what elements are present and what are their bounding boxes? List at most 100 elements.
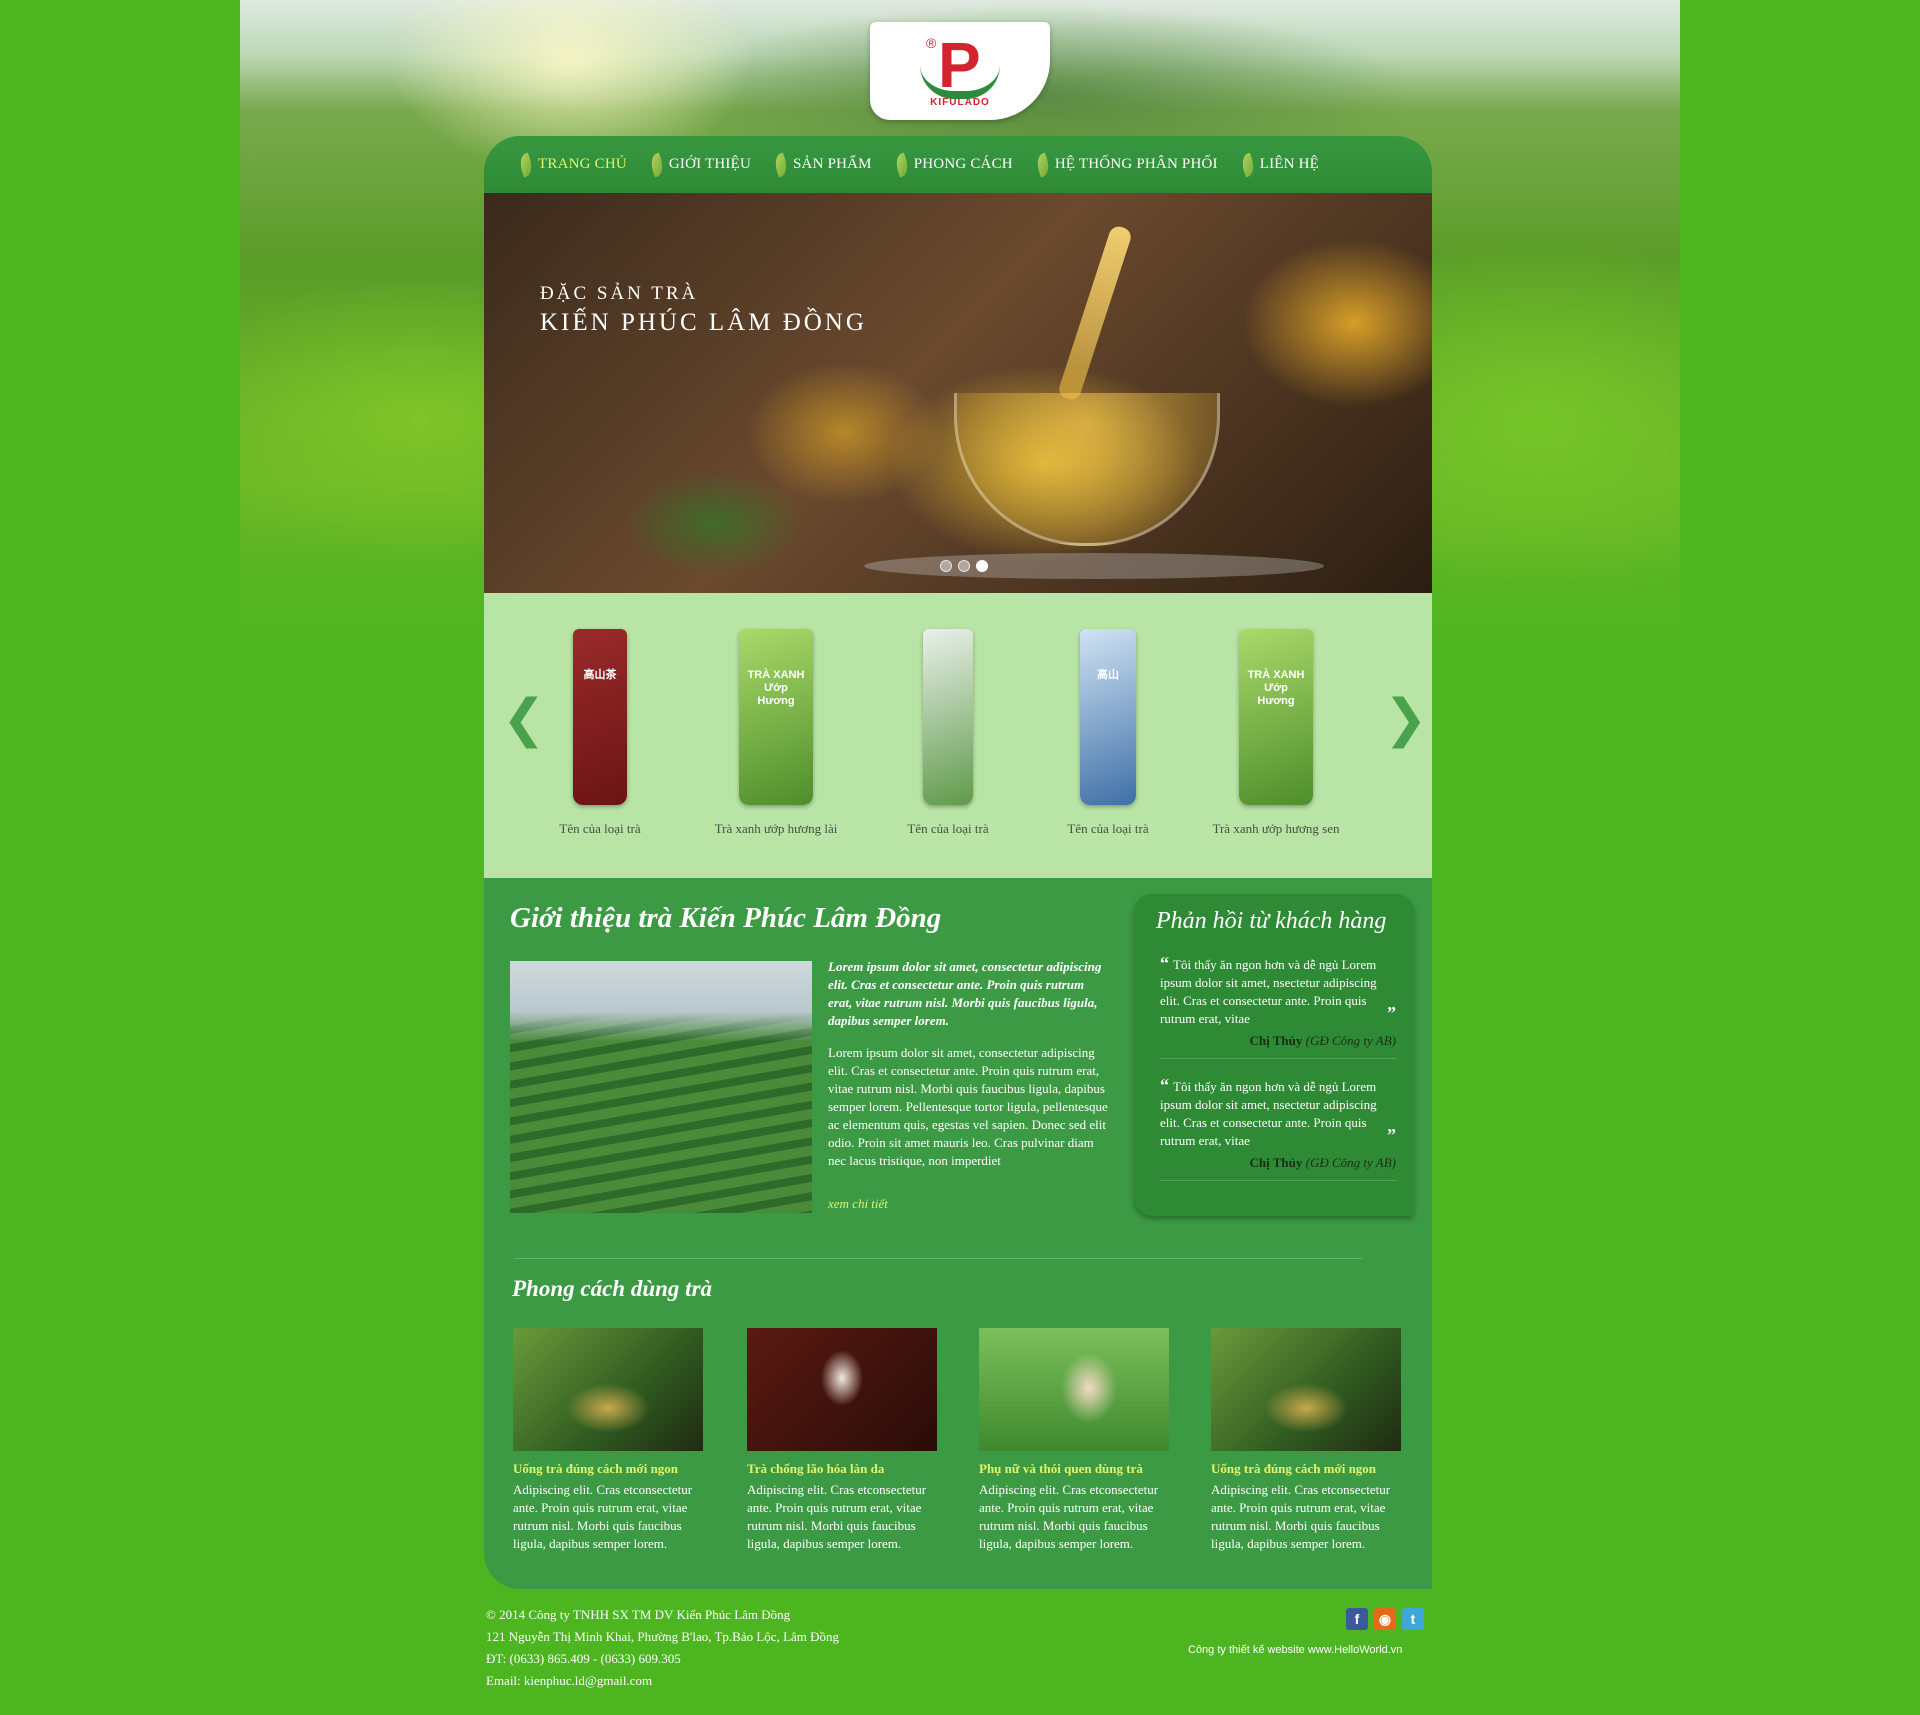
product-item[interactable]: 高山 Tên của loại trà: [1028, 629, 1188, 837]
package-label: TRÀ XANH Ướp Hương: [1247, 669, 1305, 707]
card-image[interactable]: [747, 1328, 937, 1451]
author-name: Chị Thủy: [1249, 1033, 1303, 1048]
card-title-link[interactable]: Uống trà đúng cách mới ngon: [1211, 1461, 1401, 1477]
social-links: f ◉ t: [1346, 1608, 1424, 1630]
card-image[interactable]: [1211, 1328, 1401, 1451]
banner-title: KIẾN PHÚC LÂM ĐỒNG: [540, 309, 867, 336]
feedback-quote: Tôi thấy ăn ngon hơn và dễ ngủ Lorem ips…: [1160, 957, 1377, 1026]
style-card: Trà chống lão hóa làn da Adipiscing elit…: [747, 1328, 937, 1553]
intro-read-more-link[interactable]: xem chi tiết: [828, 1196, 888, 1212]
slider-dot[interactable]: [958, 560, 970, 572]
nav-item-distribution[interactable]: Hệ thống phân phối: [1033, 152, 1218, 177]
package-label: 高山: [1097, 669, 1119, 681]
product-item[interactable]: Tên của loại trà: [868, 629, 1028, 837]
product-name: Trà xanh ướp hương lài: [714, 821, 838, 836]
banner-subtitle: ĐẶC SẢN TRÀ: [540, 283, 699, 304]
nav-item-style[interactable]: Phong cách: [892, 152, 1013, 177]
quote-close-icon: ”: [1387, 1003, 1396, 1023]
feedback-author: Chị Thủy (GĐ Công ty AB): [1160, 1032, 1396, 1050]
registered-mark: ®: [926, 34, 937, 51]
product-package-image: [923, 629, 973, 805]
tea-stream-image: [1056, 224, 1134, 402]
customer-feedback-panel: Phản hồi từ khách hàng “Tôi thấy ăn ngon…: [1134, 894, 1414, 1216]
product-package-image: TRÀ XANH Ướp Hương: [1239, 629, 1313, 805]
main-container: Trang chủ Giới thiệu Sản phẩm Phong cách…: [484, 136, 1432, 1589]
nav-item-contact[interactable]: Liên hệ: [1238, 152, 1320, 177]
nav-item-about[interactable]: Giới thiệu: [647, 152, 752, 177]
package-label: 高山茶: [583, 669, 617, 681]
product-package-image: 高山茶: [573, 629, 627, 805]
logo-mark: ® P: [920, 33, 1000, 99]
leaf-icon: [647, 152, 667, 177]
product-item[interactable]: TRÀ XANH Ướp Hương Trà xanh ướp hương là…: [696, 629, 856, 837]
main-nav: Trang chủ Giới thiệu Sản phẩm Phong cách…: [484, 136, 1432, 193]
card-title-link[interactable]: Uống trà đúng cách mới ngon: [513, 1461, 703, 1477]
card-body: Adipiscing elit. Cras etconsectetur ante…: [747, 1482, 927, 1551]
card-body: Adipiscing elit. Cras etconsectetur ante…: [1211, 1482, 1391, 1551]
tea-plantation-image: [510, 961, 812, 1213]
card-image[interactable]: [513, 1328, 703, 1451]
product-name: Tên của loại trà: [559, 821, 641, 836]
twitter-icon[interactable]: t: [1402, 1608, 1424, 1630]
feedback-divider: [1160, 1058, 1396, 1059]
product-name: Tên của loại trà: [1067, 821, 1149, 836]
rss-icon[interactable]: ◉: [1374, 1608, 1396, 1630]
slider-dots: [940, 560, 988, 572]
feedback-divider: [1160, 1180, 1396, 1181]
product-package-image: TRÀ XANH Ướp Hương: [739, 629, 813, 805]
leaf-icon: [1238, 152, 1258, 177]
footer-phone: ĐT: (0633) 865.409 - (0633) 609.305: [486, 1651, 681, 1666]
footer-copyright: © 2014 Công ty TNHH SX TM DV Kiến Phúc L…: [486, 1607, 791, 1622]
leaf-icon: [516, 152, 536, 177]
nav-label: Trang chủ: [538, 156, 627, 172]
product-package-image: 高山: [1080, 629, 1136, 805]
quote-open-icon: “: [1160, 1075, 1169, 1095]
footer-address: 121 Nguyễn Thị Minh Khai, Phường B'lao, …: [486, 1629, 840, 1644]
package-label: TRÀ XANH Ướp Hương: [747, 669, 805, 707]
style-card: Uống trà đúng cách mới ngon Adipiscing e…: [513, 1328, 703, 1553]
product-name: Trà xanh ướp hương sen: [1212, 821, 1340, 836]
quote-close-icon: ”: [1387, 1125, 1396, 1145]
nav-label: Liên hệ: [1259, 156, 1320, 172]
product-carousel: ❮ 高山茶 Tên của loại trà TRÀ XANH Ướp Hươn…: [484, 593, 1432, 878]
author-role: (GĐ Công ty AB): [1305, 1155, 1396, 1170]
card-title-link[interactable]: Trà chống lão hóa làn da: [747, 1461, 937, 1477]
footer-email[interactable]: Email: kienphuc.ld@gmail.com: [486, 1670, 839, 1692]
card-body: Adipiscing elit. Cras etconsectetur ante…: [979, 1482, 1159, 1551]
nav-label: Hệ thống phân phối: [1054, 156, 1218, 172]
section-divider: [514, 1258, 1362, 1259]
carousel-next-arrow-icon[interactable]: ❯: [1384, 693, 1428, 745]
footer-info: © 2014 Công ty TNHH SX TM DV Kiến Phúc L…: [486, 1604, 839, 1692]
leaf-icon: [771, 152, 791, 177]
saucer-image: [864, 553, 1324, 579]
slider-dot-active[interactable]: [976, 560, 988, 572]
card-body: Adipiscing elit. Cras etconsectetur ante…: [513, 1482, 693, 1551]
card-title-link[interactable]: Phụ nữ và thói quen dùng trà: [979, 1461, 1169, 1477]
author-name: Chị Thủy: [1249, 1155, 1303, 1170]
facebook-icon[interactable]: f: [1346, 1608, 1368, 1630]
product-item[interactable]: TRÀ XANH Ướp Hương Trà xanh ướp hương se…: [1196, 629, 1356, 837]
nav-item-home[interactable]: Trang chủ: [516, 152, 627, 177]
slider-dot[interactable]: [940, 560, 952, 572]
card-image[interactable]: [979, 1328, 1169, 1451]
intro-title: Giới thiệu trà Kiến Phúc Lâm Đồng: [510, 902, 942, 934]
leaf-icon: [892, 152, 912, 177]
tea-cup-image: [954, 393, 1220, 546]
feedback-author: Chị Thủy (GĐ Công ty AB): [1160, 1154, 1396, 1172]
feedback-item: “Tôi thấy ăn ngon hơn và dễ ngủ Lorem ip…: [1160, 954, 1396, 1050]
nav-label: Phong cách: [913, 156, 1013, 172]
feedback-quote: Tôi thấy ăn ngon hơn và dễ ngủ Lorem ips…: [1160, 1079, 1377, 1148]
feedback-title: Phản hồi từ khách hàng: [1156, 908, 1387, 934]
site-logo[interactable]: ® P KIFULADO: [870, 22, 1050, 120]
quote-open-icon: “: [1160, 953, 1169, 973]
product-item[interactable]: 高山茶 Tên của loại trà: [520, 629, 680, 837]
nav-label: Giới thiệu: [668, 156, 752, 172]
intro-lead: Lorem ipsum dolor sit amet, consectetur …: [828, 959, 1102, 1028]
hero-banner: ĐẶC SẢN TRÀ KIẾN PHÚC LÂM ĐỒNG: [484, 193, 1432, 593]
nav-item-products[interactable]: Sản phẩm: [771, 152, 872, 177]
product-name: Tên của loại trà: [907, 821, 989, 836]
author-role: (GĐ Công ty AB): [1305, 1033, 1396, 1048]
leaf-icon: [1033, 152, 1053, 177]
designer-credit[interactable]: Công ty thiết kế website www.HelloWorld.…: [1188, 1644, 1402, 1656]
intro-body: Lorem ipsum dolor sit amet, consectetur …: [828, 1045, 1108, 1168]
